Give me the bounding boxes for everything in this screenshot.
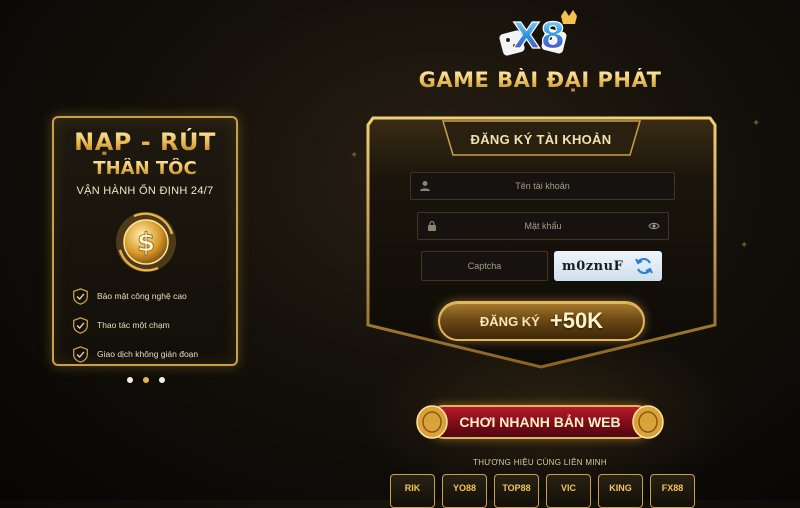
brand-logo-fx88[interactable]: FX88 (650, 474, 695, 508)
shield-check-icon (73, 345, 88, 363)
brand-logo-vic[interactable]: VIC (546, 474, 591, 508)
user-icon (420, 181, 430, 191)
promo-title: NẠP - RÚT (54, 128, 236, 156)
brand-logo-rik[interactable]: RIK (390, 474, 435, 508)
feature-list: Bảo mật công nghệ cao Thao tác một chạm … (72, 283, 232, 370)
play-web-button[interactable]: CHƠI NHANH BẢN WEB (415, 402, 665, 442)
carousel-dots (127, 377, 165, 383)
promo-tagline: VẬN HÀNH ỔN ĐỊNH 24/7 (76, 185, 214, 197)
alliance-title: THƯƠNG HIỆU CÙNG LIÊN MINH (473, 458, 607, 467)
coin-symbol: $ (137, 228, 155, 258)
register-panel: ĐĂNG KÝ TÀI KHOẢN Tên tài khoản Mật khẩu… (365, 115, 718, 370)
eye-icon[interactable] (648, 220, 660, 232)
register-button[interactable]: ĐĂNG KÝ +50K (438, 301, 645, 341)
list-item: Thao tác một chạm (72, 312, 232, 338)
dollar-coin-icon: $ (116, 212, 176, 272)
page-title: GAME BÀI ĐẠI PHÁT (0, 68, 800, 92)
captcha-code: m0znuF (562, 258, 624, 274)
feature-label: Bảo mật công nghệ cao (97, 291, 187, 301)
x8-logo[interactable]: X8 (495, 8, 585, 64)
register-bonus: +50K (549, 308, 604, 333)
spacer-icon (654, 180, 666, 192)
brand-logo-yo88[interactable]: YO88 (442, 474, 487, 508)
list-item: Bảo mật công nghệ cao (72, 283, 232, 309)
password-placeholder: Mật khẩu (524, 221, 562, 231)
brand-list: RIK YO88 TOP88 VIC KING FX88 (390, 474, 695, 508)
carousel-dot-active[interactable] (143, 377, 149, 383)
logo-text: X8 (513, 16, 566, 57)
brand-logo-king[interactable]: KING (598, 474, 643, 508)
feature-label: Giao dịch không gián đoạn (97, 349, 199, 359)
promo-subtitle: THẦN TỐC (54, 158, 236, 179)
shield-check-icon (73, 287, 88, 305)
play-web-label: CHƠI NHANH BẢN WEB (459, 414, 621, 430)
username-field[interactable]: Tên tài khoản (410, 172, 675, 200)
carousel-dot[interactable] (159, 377, 165, 383)
sparkle-icon: ✦ (350, 150, 359, 161)
lock-icon (428, 220, 436, 231)
register-button-label: ĐĂNG KÝ (479, 313, 540, 329)
carousel-dot[interactable] (127, 377, 133, 383)
username-placeholder: Tên tài khoản (515, 181, 570, 191)
password-field[interactable]: Mật khẩu (417, 212, 669, 240)
captcha-input[interactable]: Captcha (421, 251, 548, 281)
refresh-icon[interactable] (634, 256, 654, 276)
captcha-image: m0znuF (554, 251, 662, 281)
promo-card[interactable]: NẠP - RÚT THẦN TỐC VẬN HÀNH ỔN ĐỊNH 24/7… (52, 116, 238, 366)
brand-logo-top88[interactable]: TOP88 (494, 474, 539, 508)
register-heading: ĐĂNG KÝ TÀI KHOẢN (470, 132, 612, 147)
captcha-placeholder: Captcha (467, 261, 502, 271)
feature-label: Thao tác một chạm (97, 320, 170, 330)
shield-check-icon (73, 316, 88, 334)
sparkle-icon: ✦ (752, 118, 761, 129)
list-item: Giao dịch không gián đoạn (72, 341, 232, 367)
sparkle-icon: ✦ (740, 240, 749, 251)
